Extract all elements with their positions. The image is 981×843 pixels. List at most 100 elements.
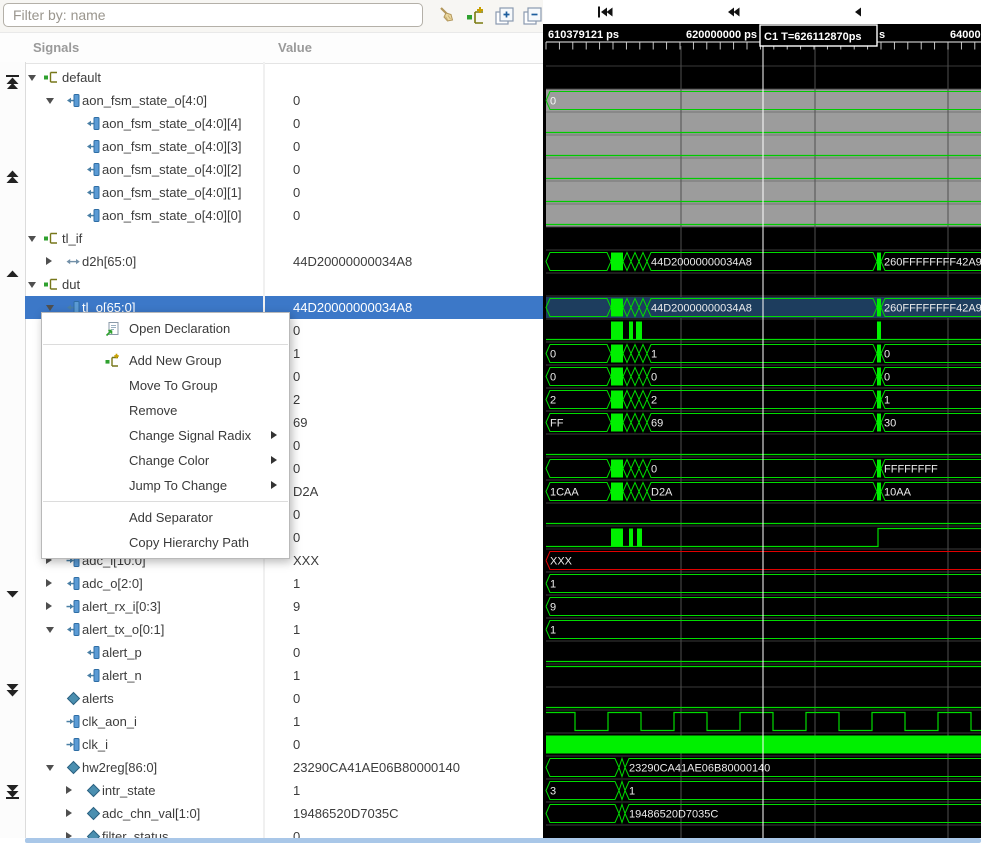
tree-row-alert_tx_o[0:1][interactable]: alert_tx_o[0:1]1 (25, 618, 543, 641)
collapse-chevron-icon[interactable] (46, 627, 54, 633)
tree-row-intr_state[interactable]: intr_state1 (25, 779, 543, 802)
bus-value-label: 0 (651, 372, 657, 384)
expand-chevron-icon[interactable] (46, 257, 52, 265)
tree-row-clk_aon_i[interactable]: clk_aon_i 1 (25, 710, 543, 733)
bus-value-label: 0 (550, 96, 556, 108)
tree-row-tl_if[interactable]: tl_if (25, 227, 543, 250)
menu-item-copy-hierarchy-path[interactable]: Copy Hierarchy Path (42, 530, 289, 555)
tree-row-aon_fsm_state_o[4:0][0][interactable]: aon_fsm_state_o[4:0][0]0 (25, 204, 543, 227)
bus-value-label: 69 (651, 418, 663, 430)
bus-value-label: 30 (884, 418, 896, 430)
tree-row-adc_o[2:0][interactable]: adc_o[2:0]1 (25, 572, 543, 595)
bus-value-label: 3 (550, 786, 556, 798)
signal-name: clk_aon_i (82, 710, 137, 733)
signal-value: XXX (293, 549, 319, 572)
tree-row-aon_fsm_state_o[4:0][4][interactable]: aon_fsm_state_o[4:0][4]0 (25, 112, 543, 135)
bus-value-label: 1 (550, 579, 556, 591)
collapse-chevron-icon[interactable] (46, 765, 54, 771)
signal-value: 0 (293, 503, 300, 526)
collapse-chevron-icon[interactable] (28, 282, 36, 288)
expand-chevron-icon[interactable] (46, 602, 52, 610)
busy-block (877, 483, 881, 501)
menu-item-change-color[interactable]: Change Color (42, 448, 289, 473)
bus-value-label: 0 (651, 464, 657, 476)
menu-separator (43, 501, 288, 502)
diamond-signal-icon (86, 806, 101, 821)
expand-chevron-icon[interactable] (66, 809, 72, 817)
group-signal-icon (44, 231, 59, 246)
collapse-chevron-icon[interactable] (46, 305, 54, 311)
menu-item-move-to-group[interactable]: Move To Group (42, 373, 289, 398)
submenu-arrow-icon (271, 431, 277, 439)
in-signal-icon (66, 599, 81, 614)
tree-row-d2h[65:0][interactable]: d2h[65:0]44D20000000034A8 (25, 250, 543, 273)
tree-row-adc_chn_val[1:0][interactable]: adc_chn_val[1:0]19486520D7035C (25, 802, 543, 825)
in-signal-icon (66, 714, 81, 729)
menu-item-open-declaration[interactable]: Open Declaration (42, 316, 289, 341)
signal-value: 23290CA41AE06B80000140 (293, 756, 460, 779)
signal-value: 44D20000000034A8 (293, 250, 412, 273)
pulse (636, 322, 642, 340)
busy-block (611, 460, 623, 478)
signal-value: 9 (293, 595, 300, 618)
collapse-chevron-icon[interactable] (28, 75, 36, 81)
out-signal-icon (66, 622, 81, 637)
bus-value-label: 1 (884, 395, 890, 407)
tree-row-aon_fsm_state_o[4:0][interactable]: aon_fsm_state_o[4:0]0 (25, 89, 543, 112)
in-signal-icon (66, 737, 81, 752)
out-signal-icon (66, 93, 81, 108)
busy-block (611, 345, 623, 363)
bus-value-label: 1 (629, 786, 635, 798)
out-signal-icon (86, 116, 101, 131)
expand-chevron-icon[interactable] (66, 786, 72, 794)
tree-row-alert_p[interactable]: alert_p0 (25, 641, 543, 664)
collapse-chevron-icon[interactable] (28, 236, 36, 242)
signal-name: alert_n (102, 664, 142, 687)
waveform-pane[interactable]: 044D20000000034A8260FFFFFFFF42A944D20000… (543, 0, 981, 843)
busy-block (877, 345, 881, 363)
tree-row-hw2reg[86:0][interactable]: hw2reg[86:0]23290CA41AE06B80000140 (25, 756, 543, 779)
signal-value: 2 (293, 388, 300, 411)
tree-row-alert_n[interactable]: alert_n1 (25, 664, 543, 687)
group-signal-icon (44, 70, 59, 85)
signal-value: 1 (293, 618, 300, 641)
signal-value: 0 (293, 112, 300, 135)
horizontal-scrollbar[interactable] (25, 838, 981, 843)
tree-row-aon_fsm_state_o[4:0][1][interactable]: aon_fsm_state_o[4:0][1]0 (25, 181, 543, 204)
menu-item-jump-to-change[interactable]: Jump To Change (42, 473, 289, 498)
timeline-label: 610379121 ps (548, 29, 619, 41)
bus-value-label: 1 (550, 625, 556, 637)
menu-item-add-separator[interactable]: Add Separator (42, 505, 289, 530)
submenu-arrow-icon (271, 456, 277, 464)
bus-value-label: 19486520D7035C (629, 809, 718, 821)
signal-value: 1 (293, 710, 300, 733)
tree-row-aon_fsm_state_o[4:0][3][interactable]: aon_fsm_state_o[4:0][3]0 (25, 135, 543, 158)
busy-block (877, 460, 881, 478)
tree-row-default[interactable]: default (25, 66, 543, 89)
bus-value-label: 1CAA (550, 487, 579, 499)
out-signal-icon (86, 162, 101, 177)
collapse-chevron-icon[interactable] (46, 98, 54, 104)
tree-row-aon_fsm_state_o[4:0][2][interactable]: aon_fsm_state_o[4:0][2]0 (25, 158, 543, 181)
signal-value: 0 (293, 687, 300, 710)
tree-row-alerts[interactable]: alerts0 (25, 687, 543, 710)
tree-row-alert_rx_i[0:3][interactable]: alert_rx_i[0:3]9 (25, 595, 543, 618)
busy-block (611, 299, 623, 317)
menu-item-remove[interactable]: Remove (42, 398, 289, 423)
waveform-viewer-window: Signals Value default aon_fsm_state_o[4:… (0, 0, 981, 843)
menu-item-label: Change Color (129, 448, 209, 473)
bus-value-label: 0 (550, 372, 556, 384)
bus-value-label: 0 (884, 372, 890, 384)
out-signal-icon (86, 139, 101, 154)
busy-block (877, 414, 881, 432)
menu-item-label: Copy Hierarchy Path (129, 530, 249, 555)
tree-row-dut[interactable]: dut (25, 273, 543, 296)
menu-item-change-signal-radix[interactable]: Change Signal Radix (42, 423, 289, 448)
menu-item-add-new-group[interactable]: Add New Group (42, 348, 289, 373)
bus-value-label: 44D20000000034A8 (651, 257, 752, 269)
signal-value: 0 (293, 365, 300, 388)
expand-chevron-icon[interactable] (46, 579, 52, 587)
bus-value-label: 0 (550, 349, 556, 361)
tree-row-clk_i[interactable]: clk_i0 (25, 733, 543, 756)
signal-name: aon_fsm_state_o[4:0][2] (102, 158, 241, 181)
